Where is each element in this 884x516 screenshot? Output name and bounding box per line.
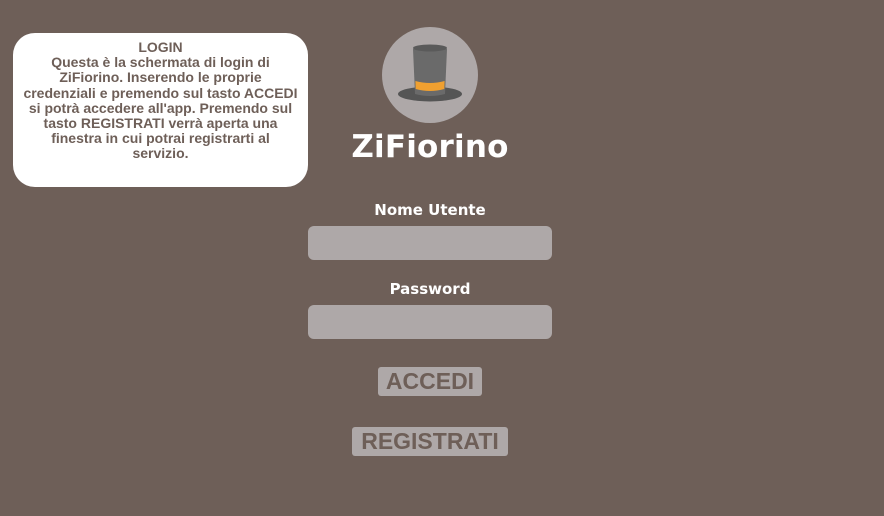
top-hat-icon: [398, 44, 462, 102]
register-button[interactable]: REGISTRATI: [352, 427, 508, 456]
password-label: Password: [389, 280, 471, 298]
username-label: Nome Utente: [374, 201, 486, 219]
info-title: LOGIN: [138, 39, 183, 55]
info-text: Questa è la schermata di login di ZiFior…: [23, 54, 298, 162]
password-input[interactable]: [308, 305, 552, 339]
login-button[interactable]: ACCEDI: [378, 367, 482, 396]
app-title: ZiFiorino: [351, 129, 509, 165]
login-info-box: LOGIN Questa è la schermata di login di …: [13, 33, 308, 187]
username-input[interactable]: [308, 226, 552, 260]
app-logo: [382, 27, 478, 123]
